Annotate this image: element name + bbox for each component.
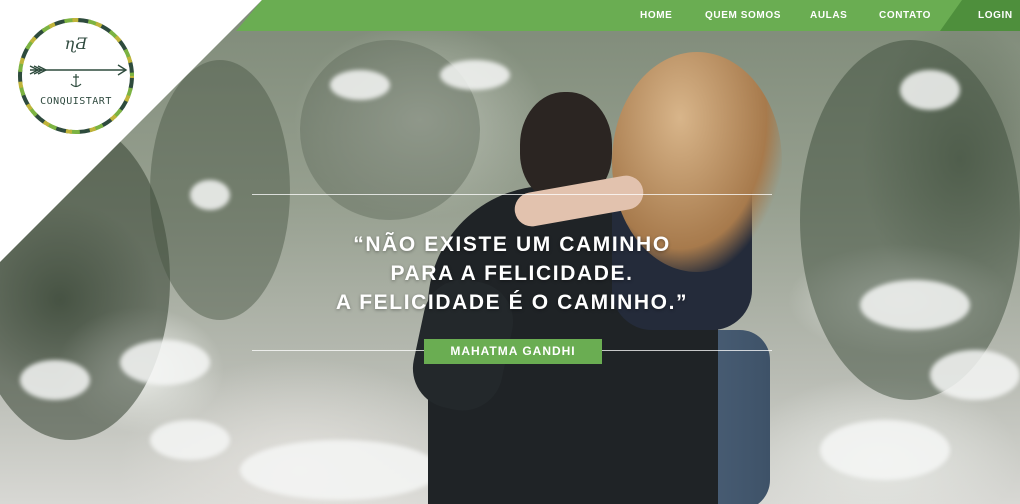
snow-clump <box>120 340 210 385</box>
quote-top-divider <box>252 194 772 195</box>
snow-clump <box>820 420 950 480</box>
quote-line: PARA A FELICIDADE. <box>390 262 634 285</box>
snow-clump <box>20 360 90 400</box>
logo-badge[interactable] <box>14 14 138 138</box>
nav-aulas-link[interactable]: AULAS <box>810 10 847 21</box>
nav-contato-link[interactable]: CONTATO <box>879 10 931 21</box>
quote-author-badge: MAHATMA GANDHI <box>424 339 602 364</box>
logo-wavy-ring-icon <box>18 18 134 134</box>
quote-line: “NÃO EXISTE UM CAMINHO <box>353 233 671 256</box>
arrow-icon <box>29 64 128 76</box>
snow-clump <box>330 70 390 100</box>
snow-clump <box>860 280 970 330</box>
logo-monogram: ɳƋ <box>64 34 88 53</box>
snow-clump <box>900 70 960 110</box>
snow-clump <box>440 60 510 90</box>
logo-name: CONQUISTART <box>40 96 112 107</box>
snow-clump <box>150 420 230 460</box>
snow-clump <box>240 440 440 500</box>
snow-clump <box>930 350 1020 400</box>
quote-line: A FELICIDADE É O CAMINHO.” <box>335 291 689 314</box>
nav-home-link[interactable]: HOME <box>640 10 672 21</box>
nav-login-link[interactable]: LOGIN <box>978 10 1013 21</box>
nav-quem-somos-link[interactable]: QUEM SOMOS <box>705 10 781 21</box>
hero-quote: “NÃO EXISTE UM CAMINHO PARA A FELICIDADE… <box>252 230 772 317</box>
anchor-icon <box>70 74 82 88</box>
